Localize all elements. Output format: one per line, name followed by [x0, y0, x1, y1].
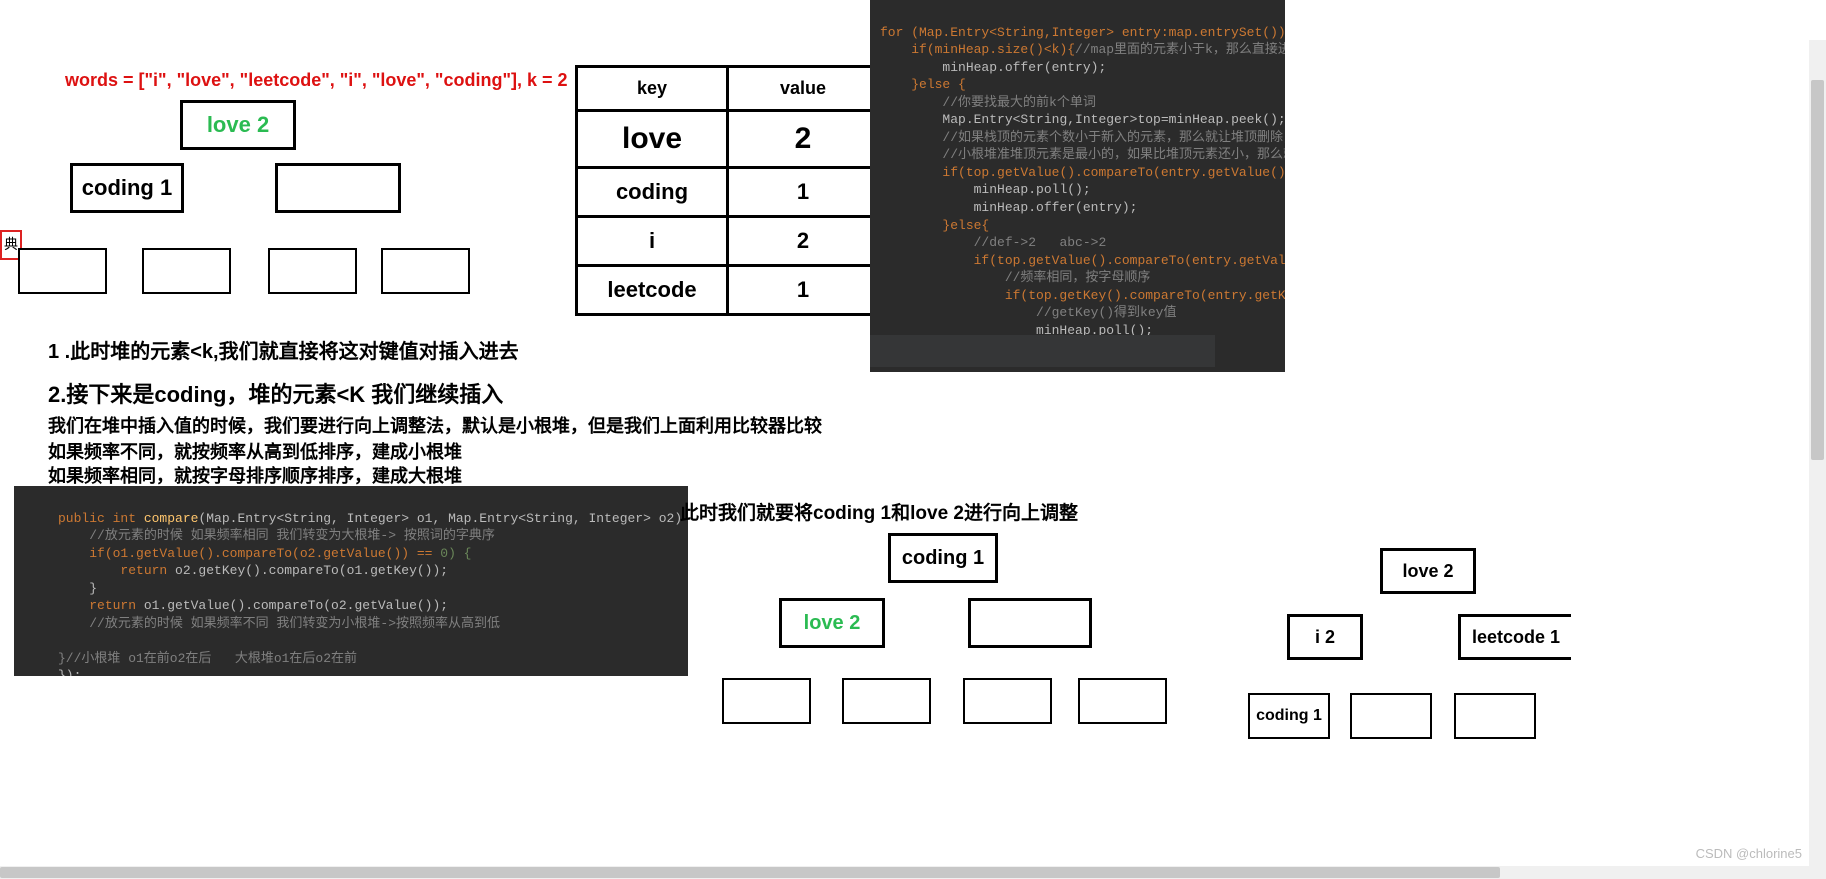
code-left: public int compare(Map.Entry<String, Int…: [14, 486, 688, 676]
cr-l6: Map.Entry<String,Integer>top=minHeap.pee…: [942, 112, 1285, 127]
cl-l9: });: [58, 668, 81, 676]
horizontal-scrollbar-thumb[interactable]: [0, 867, 1500, 878]
kv-row1-val: 1: [728, 168, 879, 217]
cl-l8c: }//小根堆 o1在前o2在后 大根堆o1在后o2在前: [58, 651, 357, 666]
words-input-line: words = ["i", "love", "leetcode", "i", "…: [65, 70, 568, 91]
cl-l4b: o2.getKey().compareTo(o1.getKey());: [175, 563, 448, 578]
cr-l17c: //getKey()得到key值: [1036, 305, 1176, 320]
watermark: CSDN @chlorine5: [1696, 846, 1802, 861]
cr-l13c: //def->2 abc->2: [974, 235, 1107, 250]
cl-l2c: //放元素的时候 如果频率相同 我们转变为大根堆-> 按照词的字典序: [89, 528, 495, 543]
heap1-root: love 2: [180, 100, 296, 150]
para-1: 我们在堆中插入值的时候，我们要进行向上调整法，默认是小根堆，但是我们上面利用比较…: [48, 412, 822, 438]
heap2-leaf-1: [722, 678, 811, 724]
horizontal-scrollbar[interactable]: [0, 866, 1826, 879]
heap3-leaf-3: [1454, 693, 1536, 739]
kv-row2-key: i: [577, 217, 728, 266]
heap1-node-coding: coding 1: [70, 163, 184, 213]
cl-l1a: public int: [58, 511, 144, 526]
heap1-leaf-1: [18, 248, 107, 294]
cl-l6b: o1.getValue().compareTo(o2.getValue());: [144, 598, 448, 613]
kv-row1-key: coding: [577, 168, 728, 217]
cr-l3: minHeap.offer(entry);: [942, 60, 1106, 75]
cr-l4: }else {: [911, 77, 966, 92]
cl-l1c: (Map.Entry<String, Integer> o1, Map.Entr…: [198, 511, 688, 526]
heap1-leaf-3: [268, 248, 357, 294]
cr-l7c: //如果栈顶的元素个数小于新入的元素，那么就让堆顶删除，将他放入栈中: [942, 130, 1285, 145]
heap3-leaf-2: [1350, 693, 1432, 739]
heap2-title: 此时我们就要将coding 1和love 2进行向上调整: [680, 498, 1078, 525]
kv-head-key: key: [577, 67, 728, 111]
heap1-leaf-4: [381, 248, 470, 294]
cl-l6a: return: [89, 598, 144, 613]
heap2-node-empty: [968, 598, 1092, 648]
heap3-node-leetcode: leetcode 1: [1458, 614, 1571, 660]
kv-head-val: value: [728, 67, 879, 111]
code-right-overhang: [870, 335, 1215, 367]
kv-row0-val: 2: [728, 111, 879, 168]
cl-l5: }: [89, 581, 97, 596]
step-1: 1 .此时堆的元素<k,我们就直接将这对键值对插入进去: [48, 335, 519, 364]
kv-row2-val: 2: [728, 217, 879, 266]
cr-l1: for (Map.Entry<String,Integer> entry:map…: [880, 25, 1285, 40]
cl-l4a: return: [120, 563, 175, 578]
cr-l14a: if(top.getValue().compareTo(entry.getVal…: [974, 253, 1285, 268]
cr-l2: if(minHeap.size()<k){: [911, 42, 1075, 57]
cl-l3a: if(o1.getValue().compareTo(o2.getValue()…: [89, 546, 440, 561]
heap1-node-empty: [275, 163, 401, 213]
cl-l7c: //放元素的时候 如果频率不同 我们转变为小根堆->按照频率从高到低: [89, 616, 500, 631]
cl-l3b: 0) {: [440, 546, 471, 561]
heap2-root: coding 1: [888, 533, 998, 583]
kv-table: key value love 2 coding 1 i 2 leetcode 1: [575, 65, 880, 316]
heap1-leaf-2: [142, 248, 231, 294]
vertical-scrollbar[interactable]: [1809, 40, 1826, 879]
cr-l2c: //map里面的元素小于k，那么直接进堆就行了: [1075, 42, 1285, 57]
kv-row3-key: leetcode: [577, 266, 728, 315]
cr-l10: minHeap.poll();: [974, 182, 1091, 197]
code-right: for (Map.Entry<String,Integer> entry:map…: [870, 0, 1285, 372]
cr-l9a: if(top.getValue().compareTo(entry.getVal…: [942, 165, 1285, 180]
heap2-leaf-3: [963, 678, 1052, 724]
step-2: 2.接下来是coding，堆的元素<K 我们继续插入: [48, 377, 503, 409]
cr-l8c: //小根堆准堆顶元素是最小的，如果比堆顶元素还小，那么就放入: [942, 147, 1285, 162]
heap3-node-i: i 2: [1287, 614, 1363, 660]
vertical-scrollbar-thumb[interactable]: [1811, 80, 1824, 460]
heap2-node-love: love 2: [779, 598, 885, 648]
heap2-leaf-4: [1078, 678, 1167, 724]
heap3-root: love 2: [1380, 548, 1476, 594]
cr-l11: minHeap.offer(entry);: [974, 200, 1138, 215]
heap3-leaf-coding: coding 1: [1248, 693, 1330, 739]
para-2: 如果频率不同，就按频率从高到低排序，建成小根堆: [48, 438, 462, 464]
cr-l16a: if(top.getKey().compareTo(entry.getKey()…: [1005, 288, 1285, 303]
heap1-root-text: love 2: [207, 112, 269, 138]
cr-l12: }else{: [942, 218, 989, 233]
heap2-node-love-text: love 2: [804, 612, 861, 635]
kv-row3-val: 1: [728, 266, 879, 315]
para-3: 如果频率相同，就按字母排序顺序排序，建成大根堆: [48, 462, 462, 488]
kv-row0-key: love: [577, 111, 728, 168]
cl-l1b: compare: [144, 511, 199, 526]
cr-l5c: //你要找最大的前k个单词: [942, 95, 1095, 110]
heap2-leaf-2: [842, 678, 931, 724]
cr-l15c: //频率相同，按字母顺序: [1005, 270, 1151, 285]
